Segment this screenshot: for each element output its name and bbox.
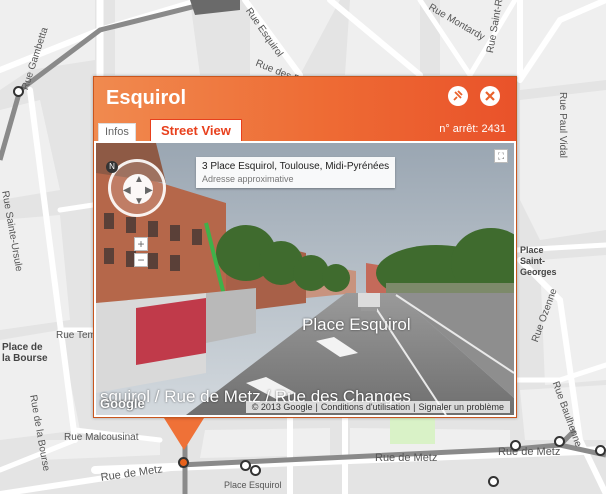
pan-up-icon[interactable]: ▲ [134,174,144,185]
street-label-metz-right-2: Rue de Metz [498,446,561,458]
street-label-paul-vidal: Rue Paul Vidal [557,92,568,158]
zoom-out-button[interactable]: − [134,253,148,267]
street-label-place-st-georges: Place Saint-Georges [520,245,557,277]
road-label-place-esquirol: Place Esquirol [302,315,411,334]
pan-right-icon[interactable]: ▶ [145,185,153,196]
compass-icon[interactable]: N [106,161,118,173]
stop-number: n° arrêt: 2431 [439,123,506,135]
stop-marker[interactable] [488,476,499,487]
stop-marker[interactable] [510,440,521,451]
address-text: 3 Place Esquirol, Toulouse, Midi-Pyrénée… [202,161,390,172]
tab-street-view[interactable]: Street View [150,119,242,141]
fullscreen-icon[interactable]: ⛶ [494,149,508,163]
copyright-text: © 2013 Google [251,402,313,412]
stop-marker-esquirol[interactable] [178,457,189,468]
street-label-place-bourse: Place de la Bourse [2,342,48,364]
street-label-malcousinat: Rue Malcousinat [64,432,139,443]
report-problem-link[interactable]: Signaler un problème [418,402,504,412]
stop-marker[interactable] [595,445,606,456]
street-view-panorama[interactable]: ▲ ▼ ◀ ▶ N + − 3 Place Esquirol, Toulouse… [96,143,514,415]
stop-marker[interactable] [250,465,261,476]
zoom-in-button[interactable]: + [134,237,148,251]
google-logo: Google [100,396,145,411]
pan-down-icon[interactable]: ▼ [134,196,144,207]
popup-pointer [164,418,204,450]
popup-title: Esquirol [106,87,187,109]
pin-icon[interactable] [448,86,468,106]
close-icon[interactable] [480,86,500,106]
street-label-place-esquirol: Place Esquirol [224,480,282,490]
stop-marker[interactable] [13,86,24,97]
popup-header: Esquirol Infos Street View n° arrêt: 243… [94,77,516,141]
tab-infos[interactable]: Infos [98,123,136,141]
stop-marker[interactable] [554,436,565,447]
address-box: 3 Place Esquirol, Toulouse, Midi-Pyrénée… [196,157,396,188]
address-note: Adresse approximative [202,174,294,184]
street-label-metz-right: Rue de Metz [375,452,438,464]
pan-left-icon[interactable]: ◀ [123,185,131,196]
street-view-footer: © 2013 Google | Conditions d'utilisation | S… [245,401,510,413]
stop-popup: Esquirol Infos Street View n° arrêt: 243… [93,76,517,418]
terms-link[interactable]: Conditions d'utilisation [321,402,410,412]
